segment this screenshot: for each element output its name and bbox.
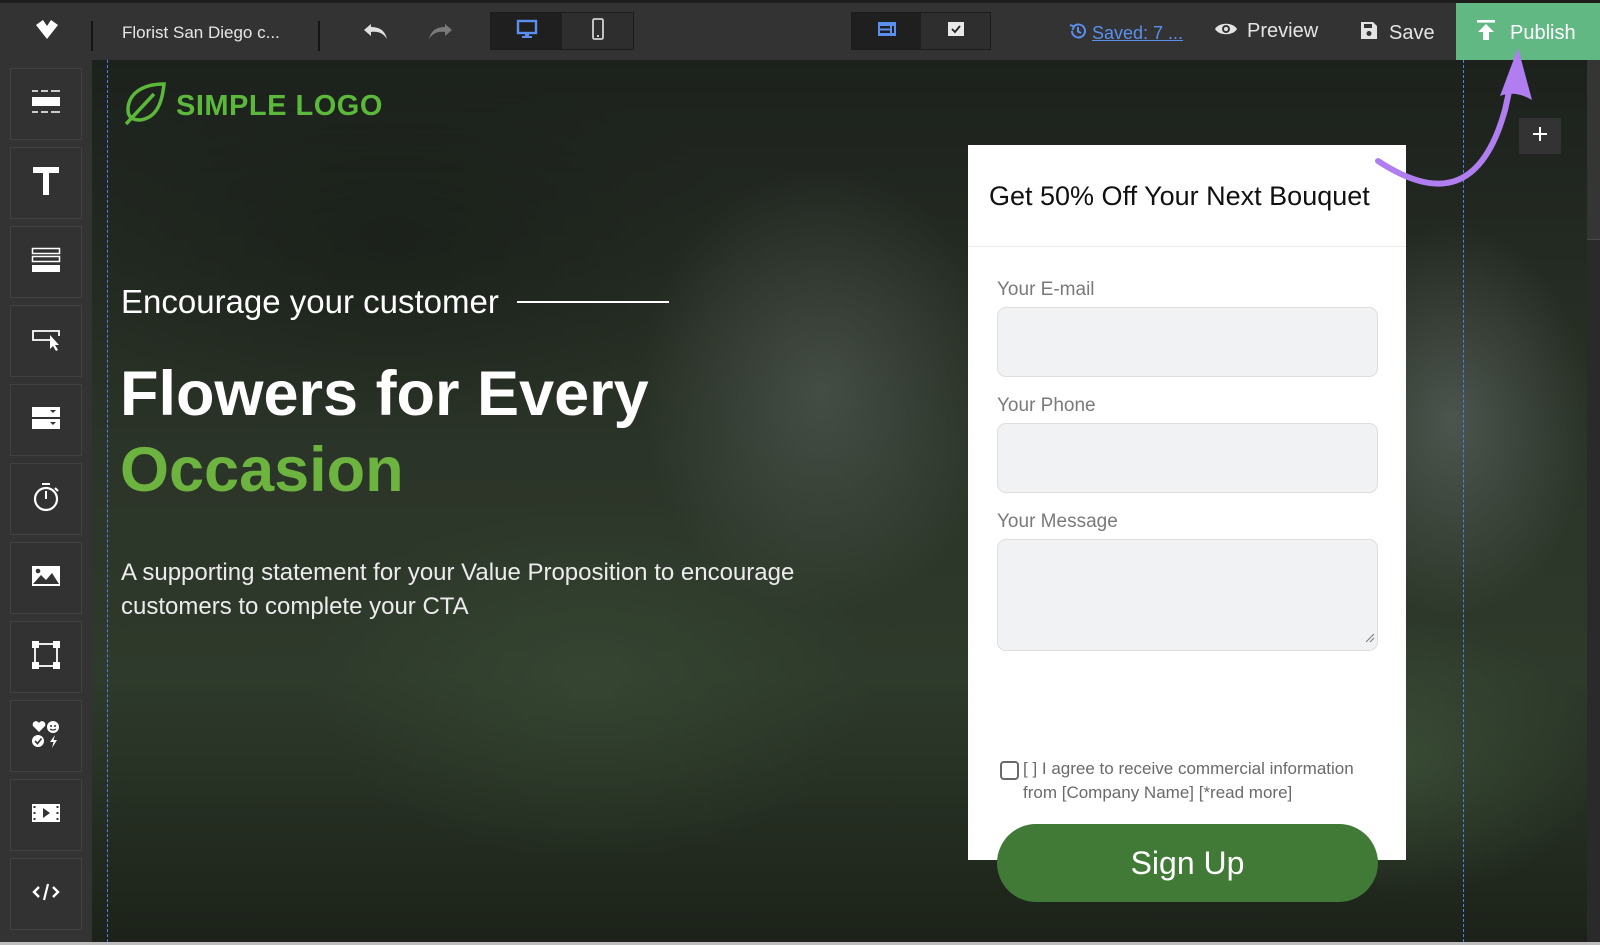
- tool-form[interactable]: [10, 226, 82, 298]
- tool-timer[interactable]: [10, 463, 82, 535]
- canvas-scrollbar[interactable]: [1587, 60, 1600, 942]
- section-icon: [30, 89, 62, 120]
- form-title: Get 50% Off Your Next Bouquet: [968, 145, 1406, 247]
- preview-button[interactable]: Preview: [1214, 20, 1318, 43]
- supporting-statement[interactable]: A supporting statement for your Value Pr…: [121, 556, 881, 624]
- document-title[interactable]: Florist San Diego c...: [122, 23, 280, 43]
- hero-headline[interactable]: Flowers for Every Occasion: [120, 356, 649, 508]
- headline-main: Flowers for Every: [120, 359, 649, 429]
- toolbar-divider: [318, 21, 320, 51]
- mobile-icon: [591, 17, 605, 45]
- phone-field[interactable]: [997, 423, 1378, 493]
- consent-text: [ ] I agree to receive commercial inform…: [1023, 759, 1354, 802]
- logo-text: SIMPLE LOGO: [176, 90, 383, 122]
- tool-video[interactable]: [10, 779, 82, 851]
- kicker-text: Encourage your customer: [121, 283, 499, 320]
- signup-form-card[interactable]: Get 50% Off Your Next Bouquet Your E-mai…: [968, 145, 1406, 902]
- sign-up-button[interactable]: Sign Up: [997, 824, 1378, 902]
- tool-shape[interactable]: [10, 621, 82, 693]
- tool-custom-html[interactable]: [10, 858, 82, 930]
- consent-checkbox[interactable]: [1000, 761, 1019, 780]
- checklist-mode-button[interactable]: [921, 13, 990, 49]
- floppy-disk-icon: [1360, 20, 1378, 46]
- saved-history-link[interactable]: Saved: 7 ...: [1068, 21, 1183, 46]
- right-guide-line: [1463, 60, 1464, 942]
- email-field[interactable]: [997, 307, 1378, 377]
- tool-text[interactable]: [10, 147, 82, 219]
- mode-toggle: [851, 12, 991, 50]
- consent-row: [ ] I agree to receive commercial inform…: [1000, 757, 1380, 805]
- desktop-view-button[interactable]: [491, 13, 562, 49]
- site-logo[interactable]: SIMPLE LOGO: [120, 80, 383, 133]
- tool-section[interactable]: [10, 68, 82, 140]
- stopwatch-icon: [31, 482, 61, 517]
- desktop-icon: [516, 19, 538, 44]
- eye-icon: [1214, 20, 1238, 43]
- element-sidebar: [0, 60, 92, 945]
- resize-handle-icon[interactable]: [1363, 630, 1375, 648]
- message-textarea[interactable]: [997, 539, 1378, 651]
- headline-accent: Occasion: [120, 435, 404, 505]
- top-toolbar: Florist San Diego c... Saved: 7 ... Prev…: [0, 0, 1600, 63]
- form-icon: [30, 246, 62, 279]
- device-toggle: [490, 12, 634, 50]
- saved-status[interactable]: Saved: 7 ...: [1092, 23, 1183, 44]
- scrollbar-thumb[interactable]: [1587, 60, 1600, 240]
- save-label: Save: [1389, 21, 1435, 44]
- code-icon: [30, 881, 62, 908]
- shape-icon: [30, 639, 62, 676]
- upload-icon: [1476, 19, 1496, 47]
- tool-dropdown[interactable]: [10, 384, 82, 456]
- phone-label: Your Phone: [997, 395, 1096, 416]
- button-icon: [30, 326, 62, 357]
- mobile-view-button[interactable]: [562, 13, 633, 49]
- app-logo-icon[interactable]: [32, 17, 62, 47]
- tool-image[interactable]: [10, 542, 82, 614]
- save-button[interactable]: Save: [1360, 20, 1435, 46]
- image-icon: [30, 564, 62, 593]
- redo-icon: [426, 22, 454, 47]
- tool-icons[interactable]: [10, 700, 82, 772]
- icons-icon: [31, 719, 61, 754]
- leaf-icon: [120, 80, 168, 133]
- checkbox-icon: [947, 21, 965, 42]
- plus-icon: [1531, 125, 1549, 148]
- undo-button[interactable]: [358, 19, 394, 49]
- email-label: Your E-mail: [997, 279, 1095, 300]
- layout-icon: [877, 21, 897, 42]
- kicker-text-block[interactable]: Encourage your customer: [121, 283, 669, 321]
- decorative-line: [516, 301, 669, 303]
- message-label: Your Message: [997, 511, 1118, 532]
- toolbar-divider: [91, 21, 93, 51]
- dropdown-icon: [30, 405, 62, 436]
- text-icon: [31, 165, 61, 202]
- undo-icon: [362, 22, 390, 47]
- left-guide-line: [107, 60, 108, 942]
- redo-button[interactable]: [422, 19, 458, 49]
- publish-button[interactable]: Publish: [1456, 3, 1600, 63]
- tool-button[interactable]: [10, 305, 82, 377]
- history-icon: [1068, 21, 1088, 46]
- preview-label: Preview: [1247, 20, 1319, 42]
- publish-label: Publish: [1510, 21, 1576, 44]
- layout-mode-button[interactable]: [852, 13, 921, 49]
- add-section-button[interactable]: [1519, 118, 1561, 154]
- editor-canvas[interactable]: SIMPLE LOGO Encourage your customer Flow…: [92, 60, 1587, 942]
- video-icon: [30, 802, 62, 829]
